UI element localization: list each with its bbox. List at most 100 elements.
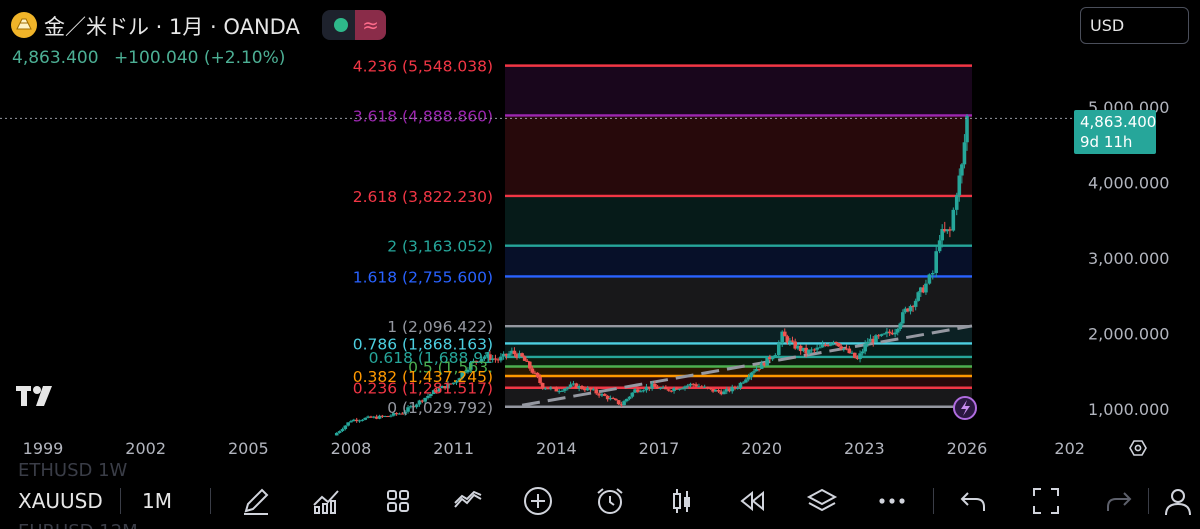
candle-body [630,392,635,397]
candle-body [828,343,833,346]
toolbar-divider [210,488,211,514]
candle-body [741,382,745,384]
x-tick-label: 2008 [331,439,372,458]
candle-body [962,142,967,165]
candle-body [641,390,646,392]
candle-body [965,116,969,143]
undo-icon[interactable] [958,485,990,517]
candle-body [625,398,629,402]
candle-body [493,358,498,360]
x-tick-label: 2011 [433,439,474,458]
add-icon[interactable] [522,485,554,517]
candle-body [957,175,962,196]
candle-body [653,383,657,387]
x-tick-label: 2026 [947,439,988,458]
fib-level-label: 1 (2,096.422) [387,318,493,336]
fib-level-label: 0 (1,029.792) [387,399,493,417]
symbol-button[interactable]: XAUUSD [18,489,103,513]
candle-body [913,300,918,307]
candle-body [749,372,754,378]
candle-body [666,389,671,391]
toolbar-divider [933,488,934,514]
candle-body [560,390,564,392]
candle-body [540,382,545,389]
fib-level-label: 2.618 (3,822.230) [353,188,493,206]
candle-body [349,421,353,423]
price-tag-value: 4,863.400 [1080,113,1156,131]
candle-body [708,388,713,390]
candle-body [858,353,862,360]
candle-body [738,382,743,388]
x-tick-label: 1999 [23,439,64,458]
draw-icon[interactable] [240,485,272,517]
candle-body [930,272,935,275]
fib-level-label: 3.618 (4,888.860) [353,107,493,125]
candle-body [852,352,857,358]
candle-body [638,391,643,393]
price-chart[interactable]: 4.236 (5,548.038) 3.618 (4,888.860) 2.618 … [0,0,1200,470]
fib-zone [505,115,972,196]
fib-level-label: 1.618 (2,755.600) [353,268,493,286]
fib-zone [505,356,972,367]
candle-body [927,274,932,284]
candle-body [934,251,938,273]
x-tick-label: 2005 [228,439,269,458]
candle-body [887,331,892,333]
x-axis: 1999 2002 2005 2008 2011 2014 2017 2020 2023 2026… [23,439,1085,458]
candle-body [622,401,626,406]
candle-body [360,419,365,421]
candle-body [346,422,350,426]
fib-level-label: 4.236 (5,548.038) [353,58,493,76]
tradingview-logo-icon [16,383,62,413]
candle-body [563,388,567,391]
candle-body [664,387,668,390]
candle-type-icon[interactable] [666,485,698,517]
toolbar-divider [120,488,121,514]
y-tick-label: 2,000.000 [1088,325,1169,344]
candle-body [530,368,535,373]
candle-body [948,229,952,231]
candle-body [895,328,900,333]
x-tick-label: 2002 [125,439,166,458]
candle-body [694,384,698,387]
candle-body [611,397,615,399]
candle-body [334,432,339,436]
candle-body [773,355,778,358]
indicators-icon[interactable] [310,485,342,517]
candle-body [554,387,559,392]
fib-zone [505,245,972,277]
next-symbol[interactable]: EURUSD 12M [18,521,138,529]
candle-body [834,341,838,343]
candle-body [954,195,959,210]
axis-settings-icon [1129,440,1147,456]
templates-icon[interactable] [382,485,414,517]
candle-body [568,384,573,388]
timeframe-button[interactable]: 1M [142,489,172,513]
candle-body [744,379,748,383]
replay-icon[interactable] [736,485,768,517]
candle-body [705,386,710,389]
candle-body [960,164,964,176]
compare-icon[interactable] [452,485,484,517]
candle-body [893,332,897,335]
candle-body [535,372,540,378]
layers-icon[interactable] [806,485,838,517]
candle-body [594,389,599,394]
candle-body [580,386,584,389]
fullscreen-icon[interactable] [1030,485,1062,517]
candle-body [735,387,740,389]
redo-icon[interactable] [1102,485,1134,517]
candle-body [746,377,751,380]
candle-body [757,368,761,370]
account-icon[interactable] [1160,485,1192,517]
candle-body [528,361,532,369]
candle-body [343,425,348,430]
previous-symbol[interactable]: ETHUSD 1W [18,460,127,481]
alert-icon[interactable] [594,485,626,517]
candle-body [898,323,903,329]
candle-body [680,388,685,390]
candle-body [683,386,687,389]
more-icon[interactable] [876,485,908,517]
candle-body [603,394,607,396]
y-tick-label: 3,000.000 [1088,249,1169,268]
